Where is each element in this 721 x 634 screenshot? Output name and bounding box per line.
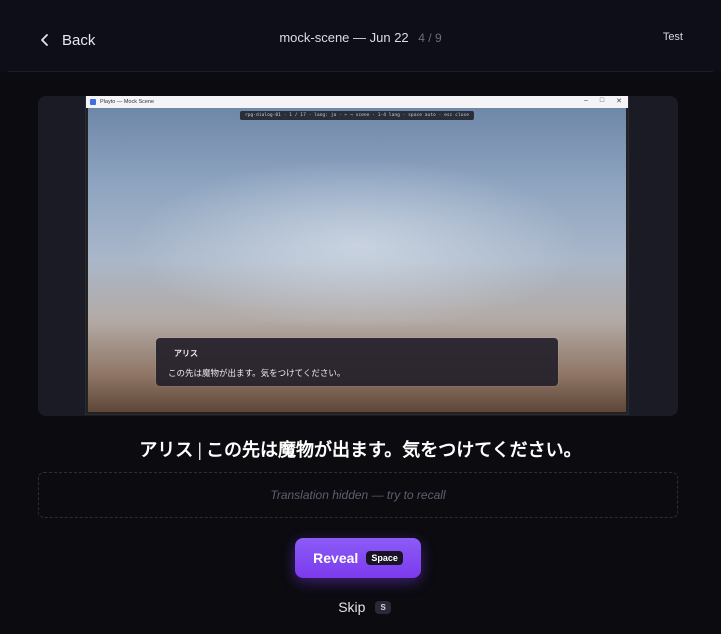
skip-shortcut-badge: S	[375, 600, 391, 614]
window-title: Playto — Mock Scene	[100, 99, 155, 105]
page-title: mock-scene — Jun 22 4 / 9	[0, 30, 721, 45]
sentence-text: この先は魔物が出ます。気をつけてください。	[206, 440, 582, 460]
dialog-speaker: アリス	[174, 349, 198, 358]
progress-counter: 4 / 9	[418, 31, 442, 45]
translation-placeholder: Translation hidden — try to recall	[38, 472, 678, 518]
scene-title: mock-scene — Jun 22	[279, 30, 409, 45]
window-titlebar: Playto — Mock Scene – □ ✕	[86, 96, 628, 108]
reveal-shortcut-badge: Space	[366, 551, 403, 565]
close-icon: ✕	[616, 98, 622, 105]
reveal-button[interactable]: Reveal Space	[295, 538, 421, 578]
window-controls: – □ ✕	[584, 97, 622, 105]
minimize-icon: –	[583, 97, 588, 104]
sentence-speaker: アリス	[139, 440, 194, 460]
test-button[interactable]: Test	[663, 31, 683, 43]
skip-button[interactable]: Skip S	[0, 599, 721, 615]
dialog-line: この先は魔物が出ます。気をつけてください。	[168, 368, 346, 378]
reveal-label: Reveal	[313, 550, 359, 566]
skip-label: Skip	[338, 599, 366, 615]
sentence-separator: |	[197, 440, 202, 460]
app-logo-icon	[90, 99, 96, 105]
source-sentence: アリス | この先は魔物が出ます。気をつけてください。	[0, 436, 721, 462]
game-scene: rpg-dialog-01 · 1 / 17 · lang: ja · ← → …	[88, 108, 626, 412]
top-bar: Back mock-scene — Jun 22 4 / 9 Test	[0, 0, 721, 72]
header-divider	[8, 71, 713, 72]
debug-hud: rpg-dialog-01 · 1 / 17 · lang: ja · ← → …	[239, 111, 475, 120]
screenshot-frame: Playto — Mock Scene – □ ✕ rpg-dialog-01 …	[38, 96, 678, 416]
dialog-box: アリス この先は魔物が出ます。気をつけてください。	[156, 338, 558, 386]
maximize-icon: □	[599, 97, 605, 104]
game-window: Playto — Mock Scene – □ ✕ rpg-dialog-01 …	[86, 96, 628, 414]
